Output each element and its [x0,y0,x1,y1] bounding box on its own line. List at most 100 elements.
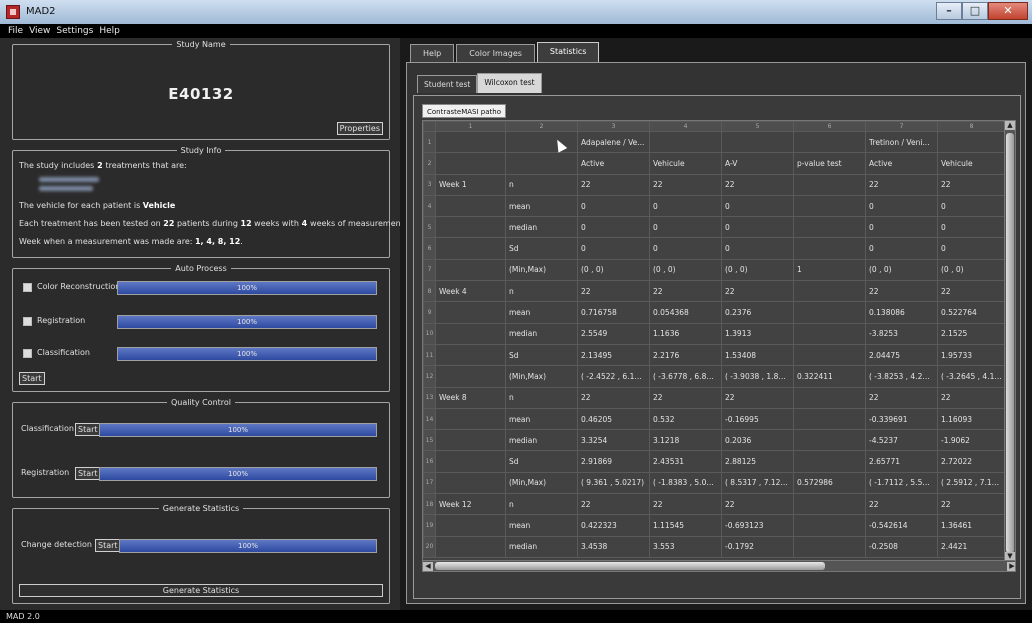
table-cell[interactable]: 22 [577,173,650,196]
table-cell[interactable]: 0.46205 [577,407,650,431]
table-cell[interactable]: 1.95733 [937,343,1006,367]
table-cell[interactable]: (0 , 0) [865,258,938,282]
table-cell[interactable] [793,429,866,452]
table-cell[interactable]: 0 [577,216,650,239]
table-cell[interactable]: 22 [865,280,938,303]
table-cell[interactable]: 22 [937,280,1006,303]
table-cell[interactable]: (Min,Max) [505,365,578,388]
table-cell[interactable]: 0 [937,216,1006,239]
properties-button[interactable]: Properties [336,122,383,135]
row-header[interactable]: 1 [423,130,436,154]
table-cell[interactable] [793,216,866,239]
table-cell[interactable]: 0 [937,194,1006,218]
table-cell[interactable]: ( -3.9038 , 1.849... [721,365,794,388]
table-cell[interactable]: 0 [649,237,722,260]
table-cell[interactable]: 22 [721,173,794,196]
table-cell[interactable] [793,535,866,558]
table-cell[interactable]: n [505,493,578,516]
table-cell[interactable]: 0 [721,216,794,239]
table-cell[interactable]: mean [505,514,578,537]
column-header[interactable]: 7 [865,121,938,132]
table-cell[interactable]: Adapalene / Ve... [577,130,650,154]
table-cell[interactable]: 0 [577,194,650,218]
table-cell[interactable]: 1.1636 [649,322,722,345]
table-cell[interactable] [793,514,866,537]
table-cell[interactable]: (0 , 0) [577,258,650,282]
table-cell[interactable]: Week 12 [435,493,506,516]
row-header[interactable]: 6 [423,237,436,260]
table-cell[interactable]: 0.138086 [865,301,938,324]
row-header[interactable]: 2 [423,152,436,175]
table-cell[interactable] [435,471,506,495]
table-cell[interactable]: n [505,173,578,196]
table-cell[interactable] [435,216,506,239]
table-cell[interactable]: 0 [865,237,938,260]
table-cell[interactable] [435,152,506,175]
table-cell[interactable] [793,450,866,473]
table-cell[interactable] [793,130,866,154]
table-cell[interactable]: median [505,535,578,558]
table-cell[interactable]: -0.339691 [865,407,938,431]
table-cell[interactable]: 2.43531 [649,450,722,473]
row-header[interactable]: 16 [423,450,436,473]
table-cell[interactable]: 2.1525 [937,322,1006,345]
classification-checkbox[interactable] [23,349,32,358]
tab-student-test[interactable]: Student test [417,75,478,93]
table-cell[interactable]: mean [505,301,578,324]
table-cell[interactable] [435,343,506,367]
row-header[interactable]: 17 [423,471,436,495]
table-cell[interactable]: A-V [721,152,794,175]
horizontal-scrollbar[interactable]: ◀ ▶ [423,560,1015,571]
table-cell[interactable]: 0 [937,237,1006,260]
table-cell[interactable]: 22 [865,493,938,516]
table-cell[interactable]: Sd [505,343,578,367]
menu-settings[interactable]: Settings [56,24,93,38]
table-cell[interactable]: n [505,280,578,303]
table-cell[interactable] [649,130,722,154]
table-cell[interactable] [505,152,578,175]
table-cell[interactable] [937,130,1006,154]
table-cell[interactable] [435,365,506,388]
table-cell[interactable] [793,343,866,367]
table-cell[interactable]: 2.04475 [865,343,938,367]
row-header[interactable]: 9 [423,301,436,324]
table-cell[interactable]: 2.72022 [937,450,1006,473]
table-cell[interactable]: Week 4 [435,280,506,303]
table-cell[interactable]: 1.36461 [937,514,1006,537]
row-header[interactable]: 10 [423,322,436,345]
table-cell[interactable]: 0.422323 [577,514,650,537]
table-cell[interactable]: 22 [937,173,1006,196]
table-cell[interactable] [435,514,506,537]
table-cell[interactable] [435,407,506,431]
table-cell[interactable] [435,535,506,558]
table-cell[interactable]: Vehicule [937,152,1006,175]
table-cell[interactable]: 0 [649,216,722,239]
table-cell[interactable]: 1.3913 [721,322,794,345]
table-cell[interactable]: 0.2036 [721,429,794,452]
row-header[interactable]: 19 [423,514,436,537]
table-cell[interactable]: 22 [577,280,650,303]
row-header[interactable]: 15 [423,429,436,452]
table-cell[interactable]: -1.9062 [937,429,1006,452]
table-cell[interactable]: 22 [721,280,794,303]
vertical-scroll-thumb[interactable] [1006,133,1014,553]
table-cell[interactable]: ( -1.8383 , 5.082... [649,471,722,495]
table-cell[interactable]: -3.8253 [865,322,938,345]
results-grid[interactable]: 12345678 1 Adapalene / Ve... Tretinon / Ve… [422,120,1016,572]
table-cell[interactable]: 0 [577,237,650,260]
table-cell[interactable]: Week 1 [435,173,506,196]
table-cell[interactable]: Sd [505,237,578,260]
table-cell[interactable]: -0.2508 [865,535,938,558]
table-cell[interactable]: 22 [577,386,650,409]
table-cell[interactable]: 1.16093 [937,407,1006,431]
dataset-tab[interactable]: ContrasteMASI patho [422,104,506,118]
registration-checkbox[interactable] [23,317,32,326]
menu-help[interactable]: Help [99,24,120,38]
maximize-icon[interactable]: □ [962,2,988,20]
table-cell[interactable] [793,407,866,431]
table-cell[interactable]: ( -3.6778 , 6.830... [649,365,722,388]
table-cell[interactable]: 3.3254 [577,429,650,452]
table-cell[interactable]: 1.53408 [721,343,794,367]
table-cell[interactable]: 2.5549 [577,322,650,345]
row-header[interactable]: 14 [423,407,436,431]
